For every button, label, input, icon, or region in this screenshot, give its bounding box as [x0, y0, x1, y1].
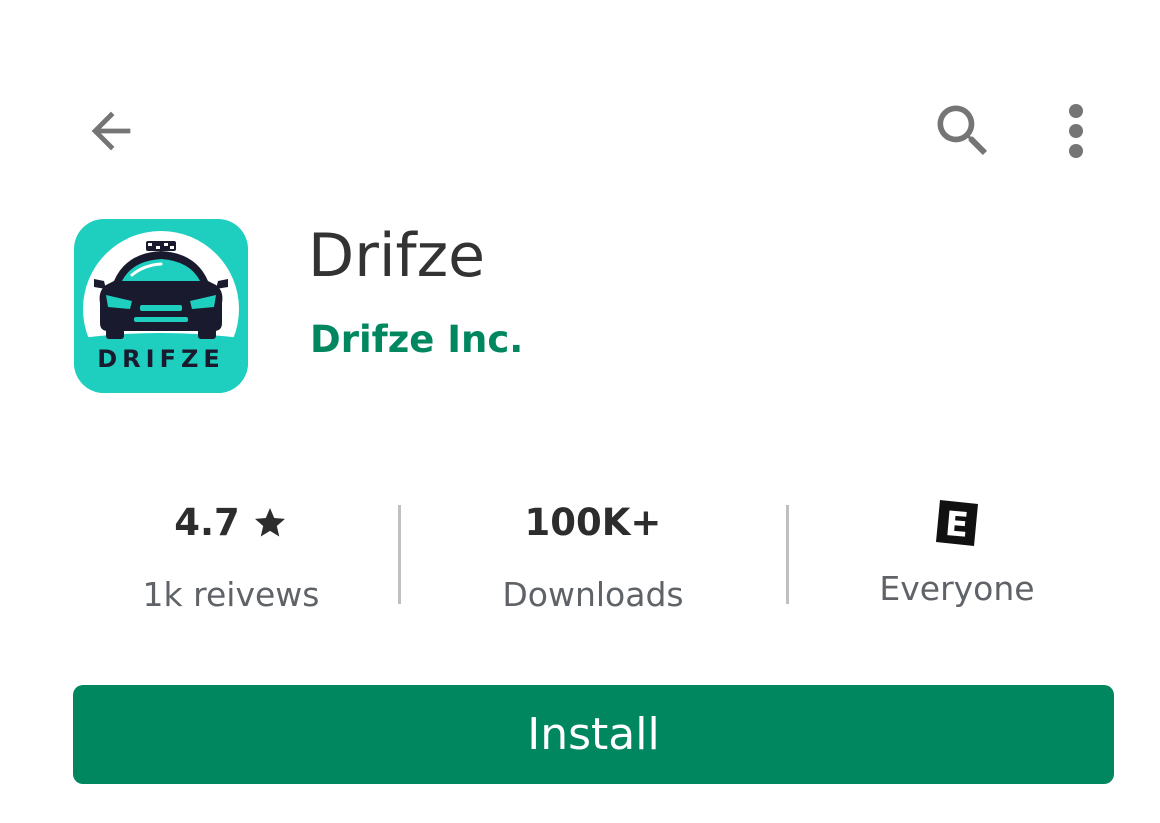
search-icon — [937, 105, 988, 156]
search-button[interactable] — [928, 96, 998, 166]
rating-value: 4.7 — [174, 501, 240, 544]
rating-stat[interactable]: 4.7 1k reivews — [100, 494, 362, 634]
app-icon: DRIFZE — [74, 219, 248, 393]
content-rating-label: Everyone — [879, 569, 1035, 608]
downloads-label: Downloads — [502, 575, 684, 614]
content-rating-stat[interactable]: E Everyone — [838, 494, 1076, 634]
developer-link[interactable]: Drifze Inc. — [310, 314, 523, 366]
more-vert-icon — [1069, 104, 1083, 158]
star-icon — [254, 508, 285, 537]
rating-value-row: 4.7 — [100, 494, 362, 552]
app-icon-wordmark: DRIFZE — [97, 345, 225, 373]
arrow-back-icon — [91, 111, 131, 151]
install-button[interactable]: Install — [73, 685, 1114, 784]
downloads-value: 100K+ — [524, 501, 662, 544]
content-rating-badge-row: E — [838, 494, 1076, 552]
stat-divider — [786, 505, 789, 604]
more-options-button[interactable] — [1052, 96, 1100, 166]
rating-label: 1k reivews — [142, 575, 320, 614]
content-rating-badge: E — [944, 504, 971, 546]
downloads-stat: 100K+ Downloads — [450, 494, 736, 634]
app-title: Drifze — [308, 221, 486, 291]
esrb-everyone-icon: E — [936, 500, 978, 546]
back-button[interactable] — [78, 98, 144, 164]
stat-divider — [398, 505, 401, 604]
